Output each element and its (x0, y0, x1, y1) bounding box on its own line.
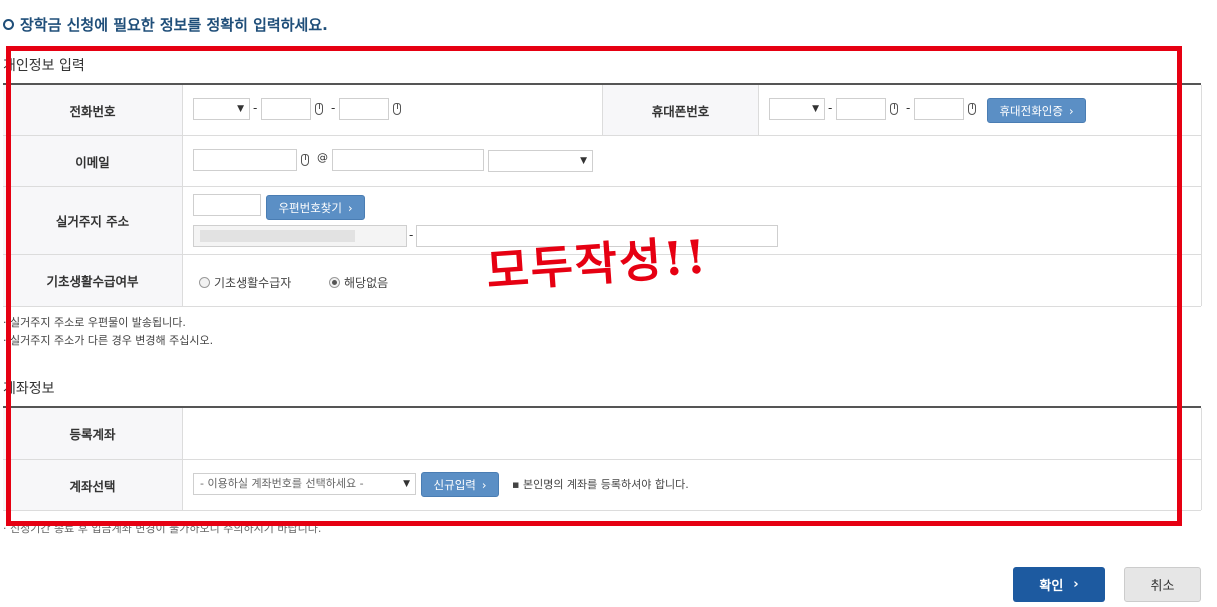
chevron-right-icon: › (1073, 577, 1079, 592)
address-base-input (193, 225, 407, 247)
divider (1201, 408, 1202, 510)
mobile-middle-input[interactable] (836, 98, 886, 120)
email-label: 이메일 (3, 136, 182, 186)
basic-living-label: 기초생활수급여부 (3, 255, 182, 306)
new-account-label: 신규입력 (433, 477, 476, 492)
chevron-down-icon: ▼ (237, 104, 244, 114)
mobile-label: 휴대폰번호 (603, 85, 758, 135)
section-title-account: 계좌정보 (3, 381, 55, 397)
chevron-down-icon: ▼ (403, 479, 410, 489)
mobile-verify-label: 휴대전화인증 (999, 103, 1063, 118)
divider (602, 85, 603, 135)
zip-search-button[interactable]: 우편번호찾기 › (266, 195, 365, 220)
account-select-value: - 이용하실 계좌번호를 선택하세요 - (200, 477, 364, 490)
note-text: 실거주지 주소로 우편물이 발송됩니다. (10, 316, 186, 329)
row-divider (3, 510, 1201, 511)
note-item: · 실거주지 주소로 우편물이 발송됩니다. (3, 316, 186, 329)
radio-basic-yes[interactable] (199, 277, 210, 288)
page-heading: 장학금 신청에 필요한 정보를 정확히 입력하세요. (3, 14, 328, 35)
note-item: · 실거주지 주소가 다른 경우 변경해 주십시오. (3, 334, 214, 347)
divider (182, 85, 183, 306)
confirm-button[interactable]: 확인 › (1013, 567, 1105, 602)
account-note: ▪ 본인명의 계좌를 등록하셔야 합니다. (512, 478, 689, 491)
radio-basic-no-label: 해당없음 (344, 276, 389, 290)
registered-account-label: 등록계좌 (3, 408, 182, 459)
footer-note-text: 신청기간 종료 후 입금계좌 변경이 불가하오니 주의하시기 바랍니다. (10, 522, 322, 535)
footer-note: · 신청기간 종료 후 입금계좌 변경이 불가하오니 주의하시기 바랍니다. (3, 522, 322, 535)
annotation-text: 모두작성!! (484, 229, 710, 299)
mouse-icon (890, 103, 898, 115)
dash: - (253, 101, 258, 115)
address-label: 실거주지 주소 (3, 187, 182, 254)
phone-middle-input[interactable] (261, 98, 311, 120)
dash: - (409, 228, 414, 242)
dash: - (906, 101, 911, 115)
mobile-verify-button[interactable]: 휴대전화인증 › (987, 98, 1086, 123)
phone-label: 전화번호 (3, 85, 182, 135)
mobile-last-input[interactable] (914, 98, 964, 120)
row-divider (3, 135, 1201, 136)
chevron-down-icon: ▼ (580, 156, 587, 166)
new-account-button[interactable]: 신규입력 › (421, 472, 499, 497)
confirm-label: 확인 (1039, 579, 1064, 594)
radio-basic-yes-label: 기초생활수급자 (214, 276, 292, 290)
account-select-label: 계좌선택 (3, 460, 182, 510)
mouse-icon (301, 154, 309, 166)
cancel-label: 취소 (1150, 579, 1175, 594)
dash: - (828, 101, 833, 115)
redacted-address (200, 230, 355, 242)
bullet-icon (3, 19, 14, 30)
zipcode-input[interactable] (193, 194, 261, 216)
dash: - (331, 101, 336, 115)
chevron-right-icon: › (481, 477, 487, 492)
note-text: 실거주지 주소가 다른 경우 변경해 주십시오. (10, 334, 214, 347)
mouse-icon (315, 103, 323, 115)
email-at-sign: @ (317, 151, 328, 164)
mobile-prefix-select[interactable]: ▼ (769, 98, 825, 120)
row-divider (3, 459, 1201, 460)
page-heading-text: 장학금 신청에 필요한 정보를 정확히 입력하세요. (20, 16, 328, 34)
zip-search-label: 우편번호찾기 (278, 200, 342, 215)
mouse-icon (393, 103, 401, 115)
phone-last-input[interactable] (339, 98, 389, 120)
email-domain-select[interactable]: ▼ (488, 150, 593, 172)
account-note-text: 본인명의 계좌를 등록하셔야 합니다. (522, 478, 689, 491)
cancel-button[interactable]: 취소 (1124, 567, 1201, 602)
radio-basic-no[interactable] (329, 277, 340, 288)
row-divider (3, 306, 1201, 307)
chevron-right-icon: › (1068, 103, 1074, 118)
mouse-icon (968, 103, 976, 115)
account-select[interactable]: - 이용하실 계좌번호를 선택하세요 - ▼ (193, 473, 416, 495)
phone-area-select[interactable]: ▼ (193, 98, 250, 120)
divider (1201, 85, 1202, 306)
chevron-down-icon: ▼ (812, 104, 819, 114)
email-id-input[interactable] (193, 149, 297, 171)
divider (758, 85, 759, 135)
section-title-personal: 개인정보 입력 (3, 58, 85, 74)
chevron-right-icon: › (347, 200, 353, 215)
email-domain-input[interactable] (332, 149, 484, 171)
row-divider (3, 186, 1201, 187)
